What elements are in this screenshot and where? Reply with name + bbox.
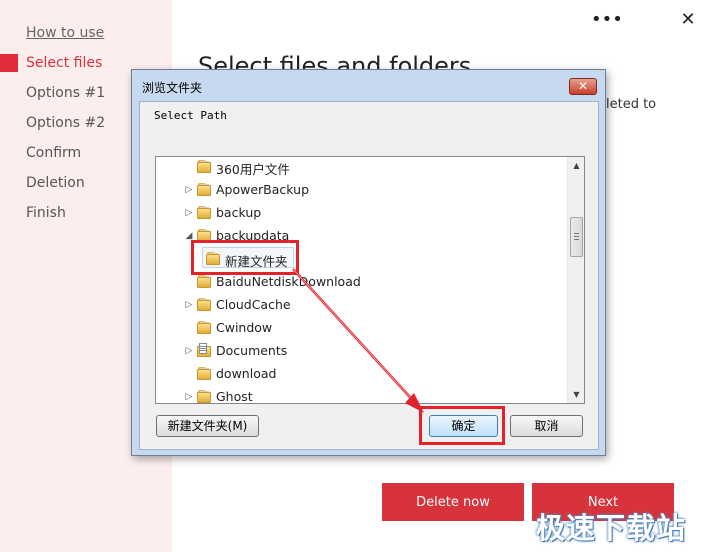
folder-icon (196, 182, 212, 197)
folder-icon (196, 320, 212, 335)
scroll-grip-line (574, 233, 579, 234)
dialog-prompt: Select Path (154, 109, 227, 122)
tree-row-label: Documents (216, 343, 288, 358)
step-finish[interactable]: Finish (26, 205, 66, 221)
dialog-body: Select Path 360用户文件 ▷ ApowerBackup ▷ backup ◢… (139, 101, 599, 450)
folder-icon (196, 389, 212, 403)
folder-icon (196, 297, 212, 312)
tree-row-label: ApowerBackup (216, 182, 310, 197)
tree-expand-icon[interactable]: ▷ (185, 345, 193, 357)
tree-row-label: 360用户文件 (216, 162, 290, 177)
highlight-ok-button (419, 406, 505, 445)
watermark-logo: 极速下载站 (536, 511, 687, 545)
tree-expand-icon (185, 161, 193, 173)
highlight-new-folder (191, 240, 299, 275)
more-menu-icon[interactable]: ••• (591, 8, 623, 32)
tree-row[interactable]: Cwindow (156, 317, 568, 339)
tree-row-label: Ghost (216, 389, 253, 404)
tree-row[interactable]: 360用户文件 (156, 157, 568, 178)
tree-row-label: CloudCache (216, 297, 291, 312)
tree-row-label: download (216, 366, 277, 381)
tree-expand-icon (185, 276, 193, 288)
step-confirm[interactable]: Confirm (26, 145, 81, 161)
tree-expand-icon[interactable]: ▷ (185, 184, 193, 196)
dialog-close-icon[interactable]: ✕ (569, 78, 597, 95)
tree-row[interactable]: download (156, 363, 568, 385)
tree-expand-icon (185, 368, 193, 380)
folder-icon (196, 274, 212, 289)
scroll-thumb[interactable] (570, 217, 583, 257)
tree-row[interactable]: ▷ ApowerBackup (156, 179, 568, 201)
scroll-up-icon[interactable]: ▲ (568, 157, 584, 174)
scroll-grip-line (574, 236, 579, 237)
tree-row-label: backup (216, 205, 262, 220)
folder-tree[interactable]: 360用户文件 ▷ ApowerBackup ▷ backup ◢ backupdata 新建… (155, 156, 585, 404)
close-icon[interactable]: ✕ (679, 8, 697, 32)
page-description: eleted to (598, 97, 657, 112)
scroll-down-icon[interactable]: ▼ (568, 386, 584, 403)
documents-folder-icon (196, 343, 212, 358)
tree-expand-icon (185, 322, 193, 334)
tree-row-label: Cwindow (216, 320, 273, 335)
step-deletion[interactable]: Deletion (26, 175, 85, 191)
step-how-to-use[interactable]: How to use (26, 25, 104, 41)
step-options-1[interactable]: Options #1 (26, 85, 105, 101)
active-step-marker (0, 54, 18, 72)
tree-expand-icon[interactable]: ▷ (185, 207, 193, 219)
folder-icon (196, 159, 212, 174)
step-options-2[interactable]: Options #2 (26, 115, 105, 131)
tree-expand-icon[interactable]: ▷ (185, 299, 193, 311)
tree-row[interactable]: ▷ backup (156, 202, 568, 224)
tree-scrollbar[interactable]: ▲ ▼ (567, 157, 584, 403)
tree-row-label: BaiduNetdiskDownload (216, 274, 361, 289)
cancel-button[interactable]: 取消 (510, 415, 583, 437)
scroll-grip-line (574, 239, 579, 240)
folder-icon (196, 366, 212, 381)
tree-row[interactable]: ▷ Ghost (156, 386, 568, 404)
tree-row[interactable]: ▷ Documents (156, 340, 568, 362)
tree-expand-icon[interactable]: ▷ (185, 391, 193, 403)
delete-now-button[interactable]: Delete now (382, 483, 524, 521)
new-folder-button[interactable]: 新建文件夹(M) (156, 415, 259, 437)
dialog-title: 浏览文件夹 (142, 81, 203, 95)
step-select-files[interactable]: Select files (26, 55, 102, 71)
folder-icon (196, 205, 212, 220)
tree-row[interactable]: ▷ CloudCache (156, 294, 568, 316)
